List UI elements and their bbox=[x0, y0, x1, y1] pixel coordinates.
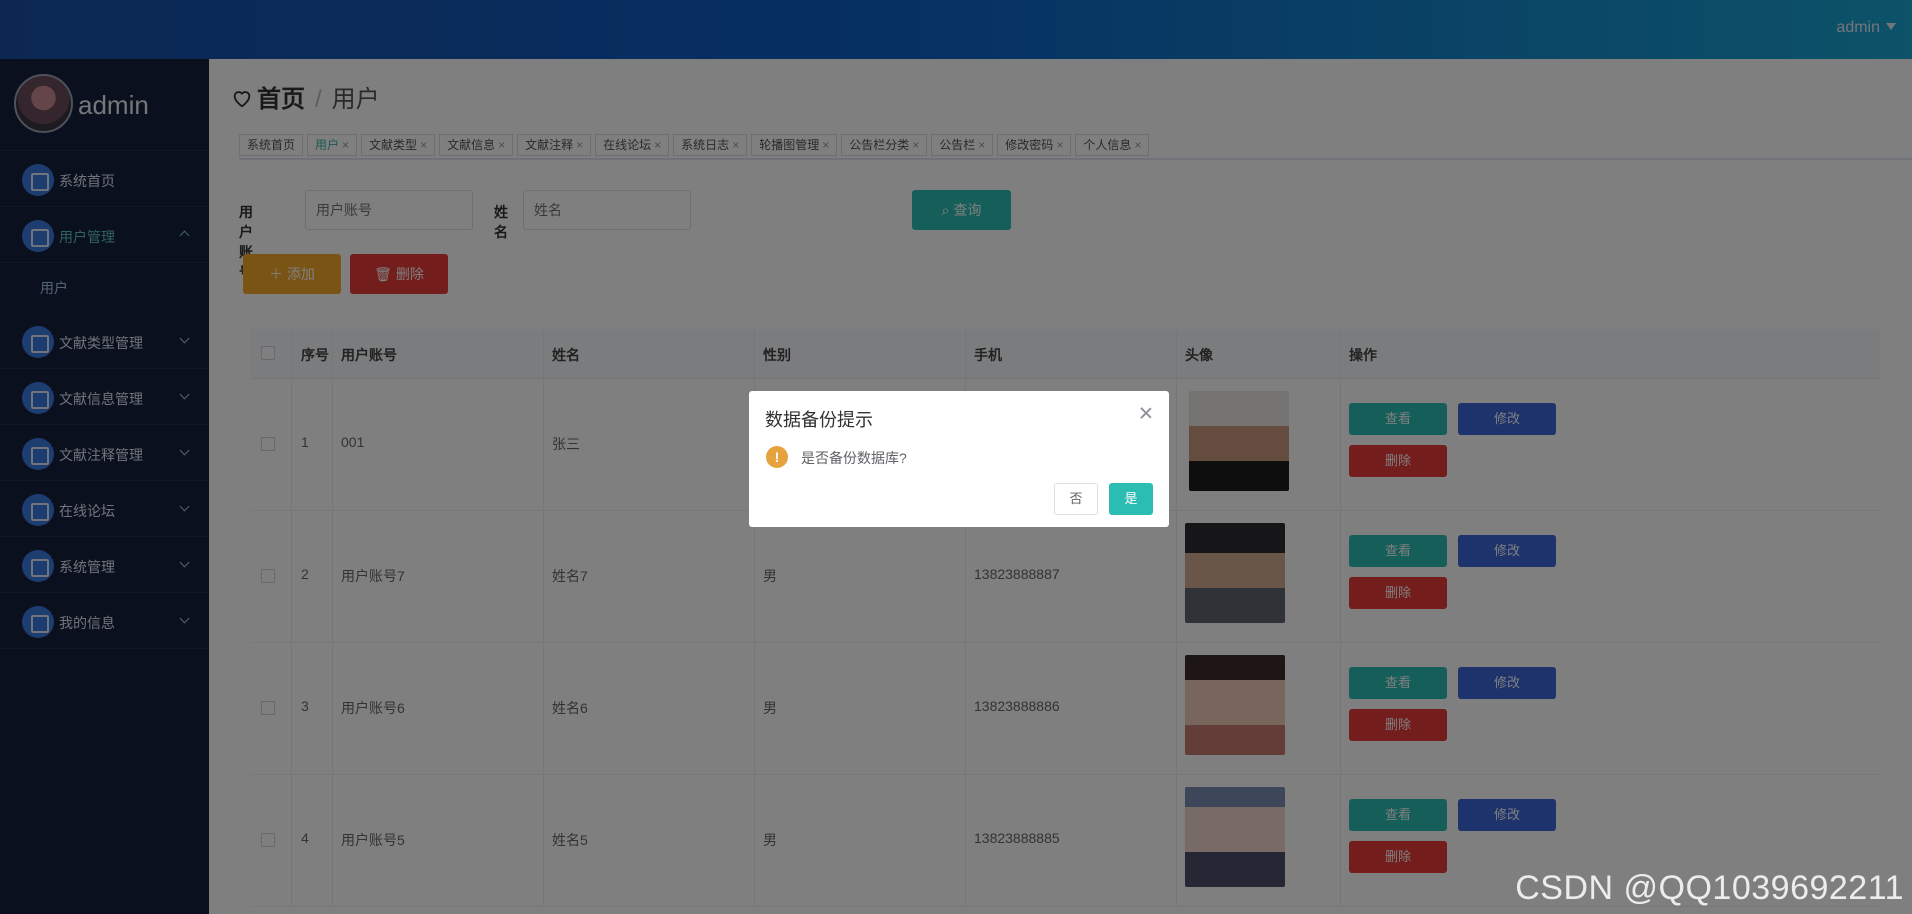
watermark: CSDN @QQ1039692211 bbox=[1515, 869, 1904, 907]
warning-icon: ! bbox=[766, 446, 788, 468]
dialog-message: 是否备份数据库? bbox=[801, 450, 907, 466]
backup-dialog: 数据备份提示 ! 是否备份数据库? 否 是 bbox=[749, 391, 1169, 527]
confirm-button-label: 是 bbox=[1124, 491, 1138, 506]
close-icon[interactable] bbox=[1139, 406, 1153, 420]
dialog-title: 数据备份提示 bbox=[765, 410, 873, 430]
cancel-button-label: 否 bbox=[1069, 491, 1083, 506]
cancel-button[interactable]: 否 bbox=[1054, 483, 1098, 515]
confirm-button[interactable]: 是 bbox=[1109, 483, 1153, 515]
